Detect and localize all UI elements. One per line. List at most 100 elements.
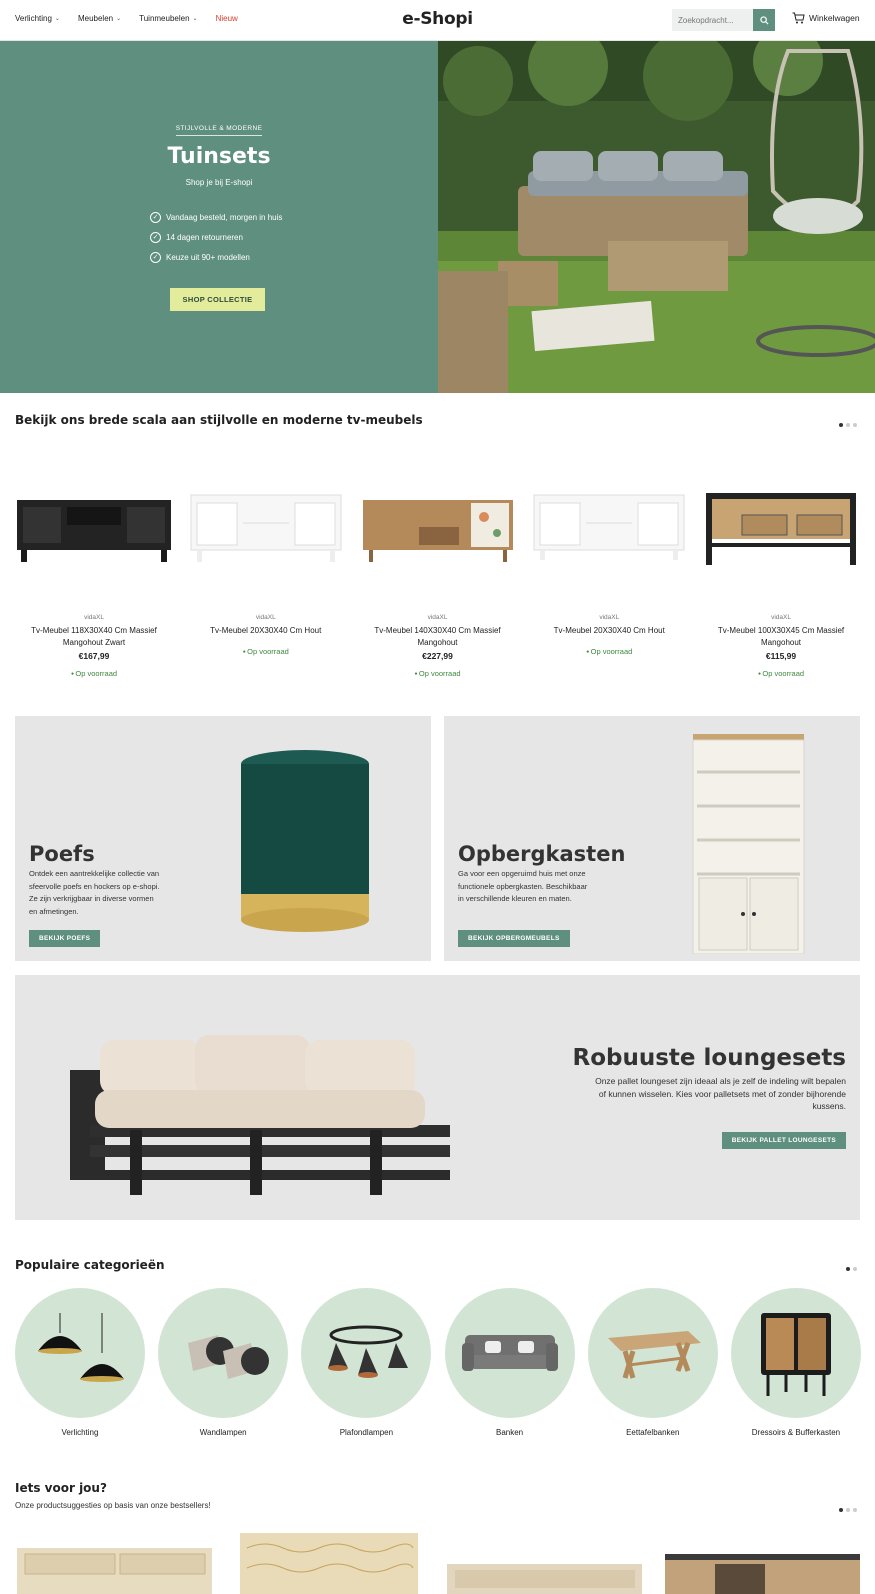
nav-label: Meubelen: [77, 14, 114, 23]
category-carousel: Verlichting Wandlampen Plafondlampen Ban…: [15, 1288, 861, 1437]
product-image: [530, 470, 688, 580]
cabinet-image: [692, 734, 805, 954]
promo-description: Ontdek een aantrekkelijke collectie van …: [29, 869, 160, 916]
chevron-down-icon: ⌄: [54, 16, 60, 22]
promo-title: Opbergkasten: [458, 842, 626, 866]
nav-label: Verlichting: [15, 14, 52, 23]
nav-item-tuinmeubelen[interactable]: Tuinmeubelen ⌄: [139, 14, 197, 23]
category-dressoirs[interactable]: Dressoirs & Bufferkasten: [730, 1288, 861, 1437]
carousel-dot[interactable]: [853, 1267, 857, 1271]
nav-label: Nieuw: [215, 14, 238, 23]
check-circle-icon: ✓: [150, 211, 161, 223]
product-card[interactable]: vidaXL Tv-Meubel 100X30X45 Cm Massief Ma…: [702, 470, 860, 678]
view-pallet-loungesets-button[interactable]: BEKIJK PALLET LOUNGESETS: [721, 1132, 846, 1149]
product-name: Tv-Meubel 118X30X40 Cm Massief Mangohout…: [31, 626, 157, 647]
product-card[interactable]: vidaXL Tv-Meubel 140X30X40 Cm Massief Ma…: [359, 470, 517, 678]
product-image: [702, 470, 860, 580]
category-banken[interactable]: Banken: [444, 1288, 575, 1437]
carousel-dots: [839, 1508, 857, 1512]
product-card[interactable]: vidaXL Tv-Meubel 20X30X40 Cm Hout Op voo…: [530, 470, 688, 678]
search-bar: [672, 9, 775, 31]
product-brand: vidaXL: [427, 614, 448, 621]
product-brand: vidaXL: [84, 614, 104, 621]
product-brand: vidaXL: [599, 614, 620, 621]
pouf-image: [241, 750, 369, 932]
hero-banner: STIJLVOLLE & MODERNE Tuinsets Shop je bi…: [0, 41, 438, 393]
carousel-dots: [846, 1267, 857, 1271]
product-brand: vidaXL: [255, 614, 276, 621]
usp-item: ✓ Vandaag besteld, morgen in huis: [150, 211, 282, 223]
category-image: [15, 1288, 145, 1418]
chevron-down-icon: ⌄: [192, 16, 198, 22]
product-name: Tv-Meubel 140X30X40 Cm Massief Mangohout: [374, 626, 501, 647]
category-wandlampen[interactable]: Wandlampen: [158, 1288, 289, 1437]
promo-title: Poefs: [29, 842, 95, 866]
nav-item-meubelen[interactable]: Meubelen ⌄: [78, 14, 121, 23]
category-label: Verlichting: [61, 1428, 99, 1437]
category-plafondlampen[interactable]: Plafondlampen: [301, 1288, 432, 1437]
chevron-down-icon: ⌄: [116, 16, 122, 22]
carousel-dot[interactable]: [839, 1508, 843, 1512]
carousel-dot[interactable]: [846, 1267, 850, 1271]
carousel-dot[interactable]: [853, 1508, 857, 1512]
pallet-lounge-image: [70, 1035, 450, 1195]
category-verlichting[interactable]: Verlichting: [15, 1288, 145, 1437]
category-label: Dressoirs & Bufferkasten: [751, 1428, 841, 1437]
product-brand: vidaXL: [771, 614, 791, 621]
search-button[interactable]: [753, 9, 775, 31]
product-carousel: vidaXL Tv-Meubel 118X30X40 Cm Massief Ma…: [15, 470, 860, 678]
category-image: [587, 1288, 718, 1418]
search-input[interactable]: [672, 9, 753, 31]
carousel-dots: [839, 423, 857, 427]
product-card[interactable]: vidaXL Tv-Meubel 118X30X40 Cm Massief Ma…: [15, 470, 173, 678]
hero-title: Tuinsets: [167, 144, 271, 169]
product-price: €115,99: [765, 651, 797, 661]
suggestions-title: Iets voor jou?: [15, 1481, 107, 1495]
usp-list: ✓ Vandaag besteld, morgen in huis ✓ 14 dag…: [150, 211, 282, 263]
product-name: Tv-Meubel 20X30X40 Cm Hout: [553, 626, 665, 635]
search-icon: [759, 15, 769, 25]
view-poefs-button[interactable]: BEKIJK POEFS: [29, 930, 101, 947]
promo-title: Robuuste loungesets: [572, 1045, 846, 1071]
shop-collection-button[interactable]: SHOP COLLECTIE: [170, 288, 265, 311]
product-card[interactable]: vidaXL Tv-Meubel 20X30X40 Cm Hout Op voo…: [187, 470, 345, 678]
cart-link[interactable]: Winkelwagen: [792, 12, 860, 24]
category-image: [301, 1288, 432, 1418]
product-price: €227,99: [422, 651, 453, 661]
promo-description: Onze pallet loungeset zijn ideaal als je…: [595, 1076, 846, 1111]
carousel-dot[interactable]: [853, 423, 857, 427]
product-image: [187, 470, 345, 580]
suggestion-product-images[interactable]: [15, 1528, 865, 1594]
promo-description: Ga voor een opgeruimd huis met onze func…: [458, 869, 588, 903]
suggestion-carousel: [15, 1528, 865, 1594]
stock-status: Op voorraad: [71, 669, 117, 678]
product-name: Tv-Meubel 100X30X45 Cm Massief Mangohout: [717, 626, 845, 647]
hero-image: [438, 41, 875, 393]
product-image: [15, 470, 173, 580]
tv-section-title: Bekijk ons brede scala aan stijlvolle en…: [15, 413, 423, 427]
hero-eyebrow-text: STIJLVOLLE & MODERNE: [175, 125, 263, 136]
product-price: €167,99: [78, 651, 110, 661]
product-name: Tv-Meubel 20X30X40 Cm Hout: [210, 626, 322, 635]
check-circle-icon: ✓: [150, 231, 161, 243]
hero-subtitle: Shop je bij E-shopi: [185, 178, 253, 187]
carousel-dot[interactable]: [839, 423, 843, 427]
hero-eyebrow: STIJLVOLLE & MODERNE: [0, 125, 438, 136]
stock-status: Op voorraad: [243, 647, 289, 656]
garden-lounge-illustration: [438, 41, 875, 393]
category-label: Banken: [495, 1428, 524, 1437]
site-header: Verlichting ⌄ Meubelen ⌄ Tuinmeubelen ⌄ …: [0, 0, 875, 41]
view-opbergmeubels-button[interactable]: BEKIJK OPBERGMEUBELS: [458, 930, 570, 947]
carousel-dot[interactable]: [846, 423, 850, 427]
cart-label: Winkelwagen: [809, 13, 860, 23]
category-eettafelbanken[interactable]: Eettafelbanken: [587, 1288, 718, 1437]
nav-item-verlichting[interactable]: Verlichting ⌄: [15, 14, 60, 23]
stock-status: Op voorraad: [758, 669, 804, 678]
usp-item: ✓ 14 dagen retourneren: [150, 231, 282, 243]
usp-item: ✓ Keuze uit 90+ modellen: [150, 251, 282, 263]
nav-item-nieuw[interactable]: Nieuw: [216, 14, 238, 23]
category-image: [730, 1288, 861, 1418]
category-image: [444, 1288, 575, 1418]
category-label: Plafondlampen: [339, 1428, 394, 1437]
carousel-dot[interactable]: [846, 1508, 850, 1512]
